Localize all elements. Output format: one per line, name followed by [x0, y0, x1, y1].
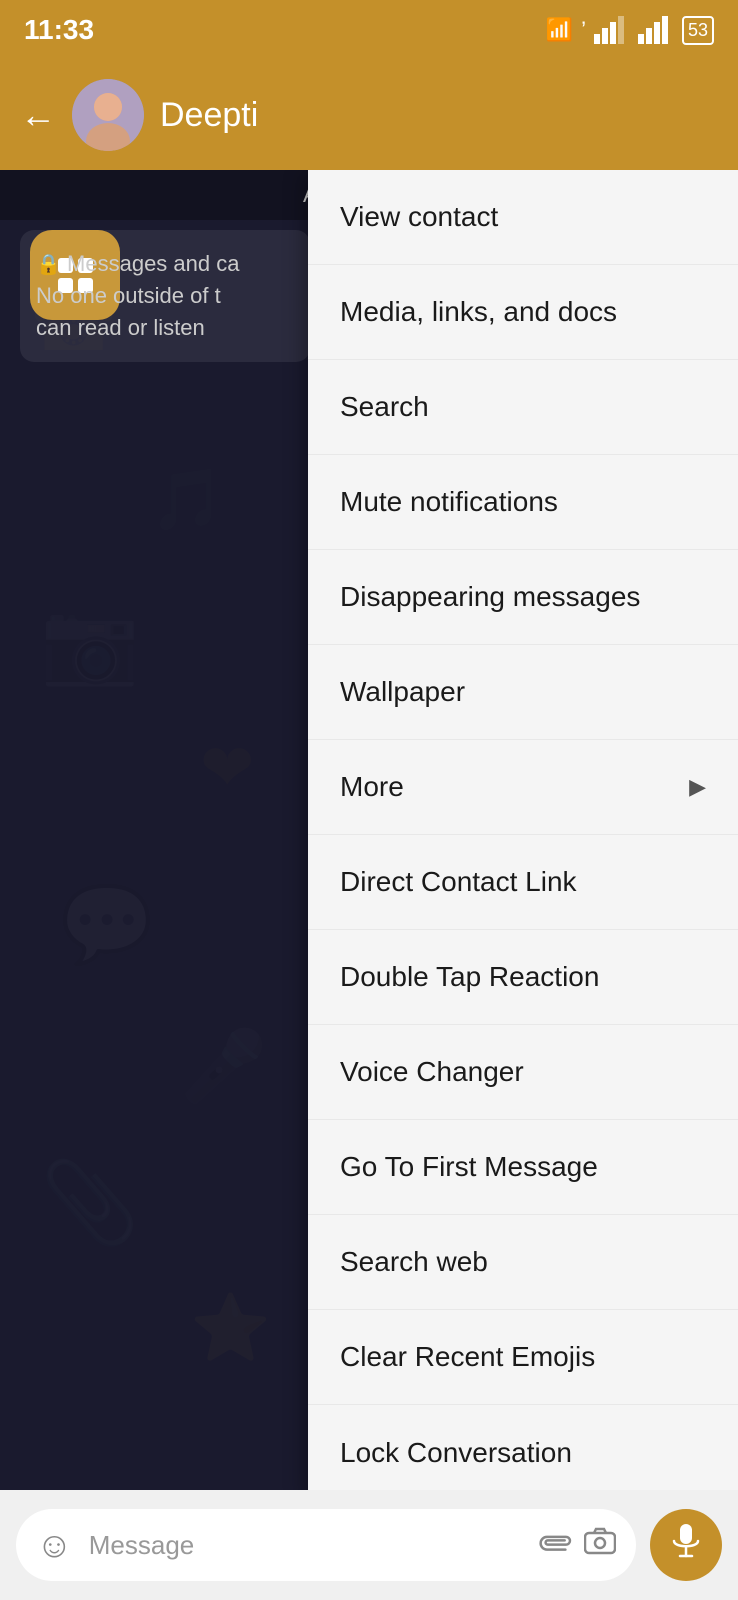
- context-menu: View contact Media, links, and docs Search…: [308, 170, 738, 1490]
- lock-icon: 🔒: [36, 254, 61, 276]
- svg-text:❤: ❤: [200, 731, 254, 804]
- status-icons: 📶 ’ 53: [546, 16, 714, 45]
- emoji-button[interactable]: ☺: [36, 1524, 73, 1566]
- signal-icon-1: ’: [581, 17, 586, 43]
- menu-item-label-double-tap-reaction: Double Tap Reaction: [340, 961, 599, 993]
- chevron-right-icon: ▶: [689, 774, 706, 800]
- message-input-container: ☺ Message: [16, 1509, 636, 1581]
- mic-button[interactable]: [650, 1509, 722, 1581]
- menu-item-view-contact[interactable]: View contact: [308, 170, 738, 265]
- menu-item-label-clear-recent-emojis: Clear Recent Emojis: [340, 1341, 595, 1373]
- menu-item-wallpaper[interactable]: Wallpaper: [308, 645, 738, 740]
- attach-icon[interactable]: [529, 1521, 577, 1569]
- menu-item-disappearing-messages[interactable]: Disappearing messages: [308, 550, 738, 645]
- svg-text:🎤: 🎤: [180, 1024, 267, 1106]
- svg-text:📷: 📷: [40, 598, 140, 688]
- encryption-notice: 🔒 Messages and caNo one outside of tcan …: [20, 230, 310, 362]
- menu-item-label-lock-conversation: Lock Conversation: [340, 1437, 572, 1469]
- svg-text:⭐: ⭐: [190, 1291, 271, 1364]
- menu-item-voice-changer[interactable]: Voice Changer: [308, 1025, 738, 1120]
- menu-item-mute-notifications[interactable]: Mute notifications: [308, 455, 738, 550]
- menu-item-label-search-web: Search web: [340, 1246, 488, 1278]
- battery-icon: 53: [682, 16, 714, 45]
- encryption-text: Messages and caNo one outside of tcan re…: [36, 251, 239, 340]
- menu-item-more[interactable]: More ▶: [308, 740, 738, 835]
- signal-bars-icon: [594, 16, 630, 44]
- menu-item-search[interactable]: Search: [308, 360, 738, 455]
- wifi-icon: 📶: [546, 17, 573, 43]
- menu-item-direct-contact-link[interactable]: Direct Contact Link: [308, 835, 738, 930]
- mic-icon: [671, 1523, 701, 1568]
- menu-item-go-to-first-message[interactable]: Go To First Message: [308, 1120, 738, 1215]
- avatar: [72, 79, 144, 151]
- status-bar: 11:33 📶 ’ 53: [0, 0, 738, 60]
- signal-bars-icon-2: [638, 16, 674, 44]
- menu-item-search-web[interactable]: Search web: [308, 1215, 738, 1310]
- menu-item-label-more: More: [340, 771, 404, 803]
- svg-text:📎: 📎: [40, 1155, 140, 1250]
- menu-item-label-direct-contact-link: Direct Contact Link: [340, 866, 577, 898]
- header-bar: ← Deepti: [0, 60, 738, 170]
- menu-item-label-wallpaper: Wallpaper: [340, 676, 465, 708]
- menu-item-double-tap-reaction[interactable]: Double Tap Reaction: [308, 930, 738, 1025]
- menu-item-media-links-docs[interactable]: Media, links, and docs: [308, 265, 738, 360]
- menu-item-label-go-to-first-message: Go To First Message: [340, 1151, 598, 1183]
- svg-text:💬: 💬: [60, 882, 153, 967]
- back-button[interactable]: ←: [20, 94, 56, 136]
- svg-text:🎵: 🎵: [150, 466, 225, 533]
- chat-area: ☎ 🎵 📷 ❤ 💬 🎤 📎 ⭐ Act like a fo... 🔒 Messa…: [0, 170, 738, 1490]
- bottom-bar: ☺ Message: [0, 1490, 738, 1600]
- menu-item-label-mute-notifications: Mute notifications: [340, 486, 558, 518]
- contact-name: Deepti: [160, 96, 718, 135]
- camera-icon[interactable]: [584, 1527, 616, 1563]
- menu-item-label-disappearing-messages: Disappearing messages: [340, 581, 640, 613]
- menu-item-label-search: Search: [340, 391, 429, 423]
- menu-item-label-voice-changer: Voice Changer: [340, 1056, 524, 1088]
- message-input[interactable]: Message: [89, 1530, 522, 1561]
- menu-item-lock-conversation[interactable]: Lock Conversation: [308, 1405, 738, 1490]
- menu-item-clear-recent-emojis[interactable]: Clear Recent Emojis: [308, 1310, 738, 1405]
- status-time: 11:33: [24, 14, 94, 46]
- menu-item-label-view-contact: View contact: [340, 201, 498, 233]
- menu-item-label-media-links-docs: Media, links, and docs: [340, 296, 617, 328]
